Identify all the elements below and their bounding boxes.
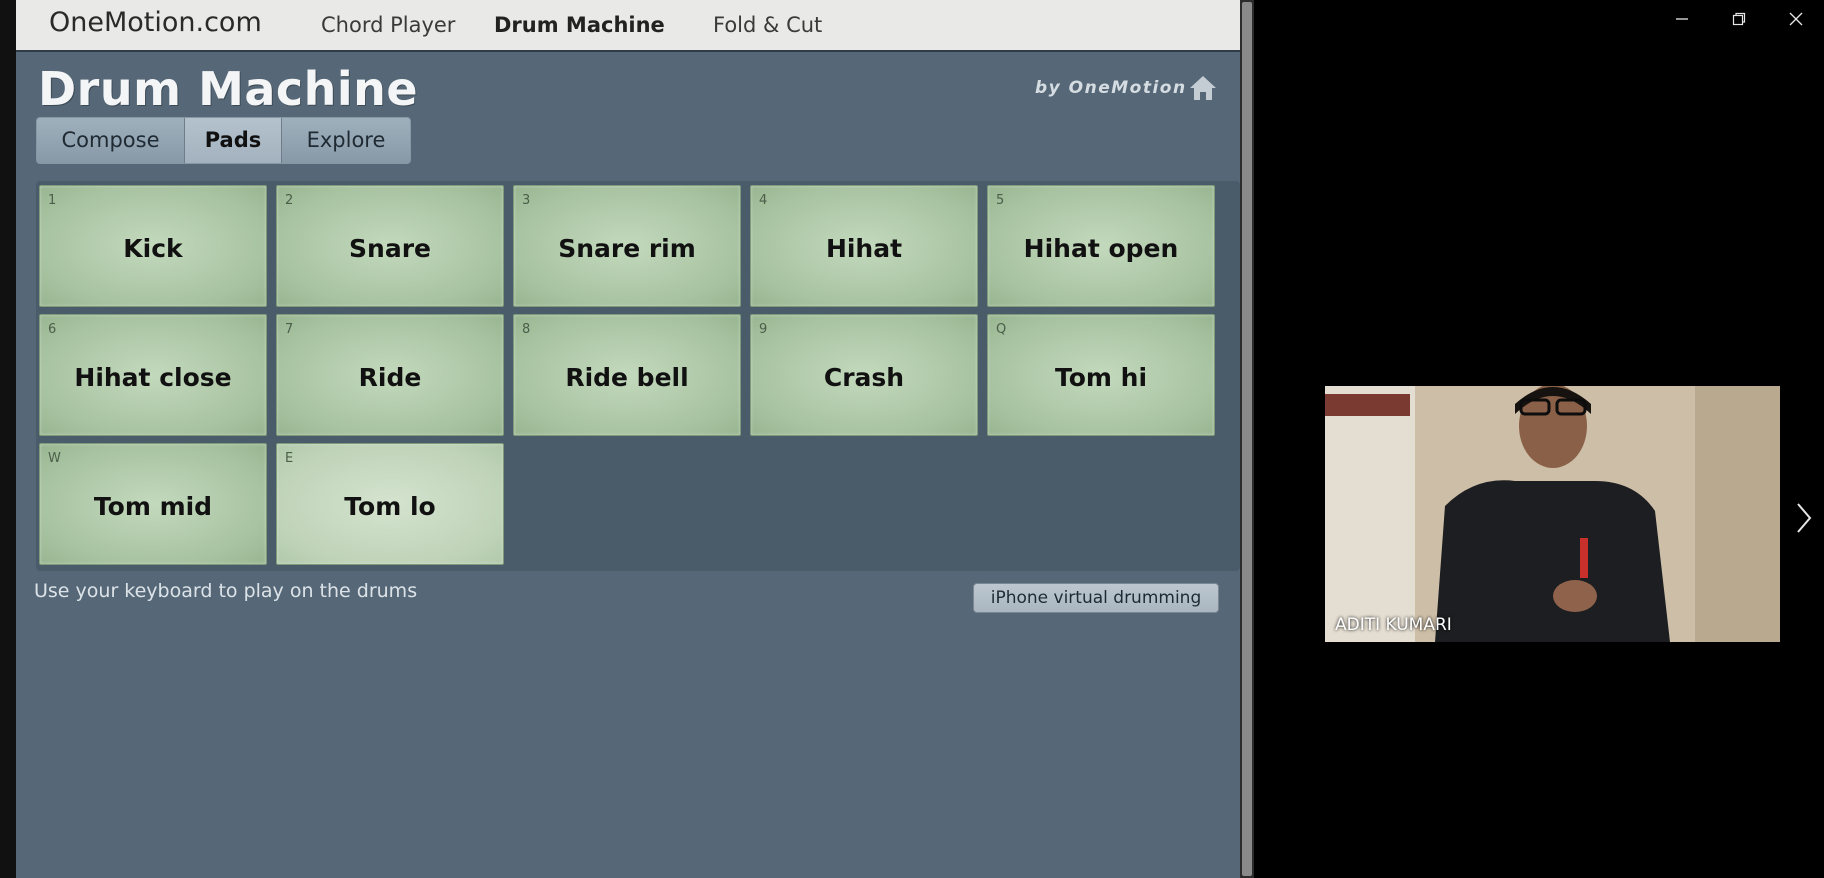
site-logo-link[interactable]: OneMotion.com bbox=[49, 7, 262, 38]
mode-tabs: Compose Pads Explore bbox=[36, 117, 411, 164]
pad-key: W bbox=[48, 451, 61, 466]
byline[interactable]: by OneMotion bbox=[1035, 78, 1187, 98]
pad-label: Kick bbox=[123, 234, 183, 263]
pad-label: Hihat open bbox=[1023, 234, 1179, 263]
pad-key: 4 bbox=[759, 193, 768, 208]
nav-drum-machine[interactable]: Drum Machine bbox=[494, 13, 665, 37]
pad-key: 6 bbox=[48, 322, 57, 337]
left-edge bbox=[0, 0, 16, 878]
pad-label: Ride bbox=[358, 363, 422, 392]
tab-pads[interactable]: Pads bbox=[185, 118, 282, 163]
participant-video-tile[interactable]: ADITI KUMARI bbox=[1325, 386, 1780, 642]
pad-key: E bbox=[285, 451, 294, 466]
pad-key: 2 bbox=[285, 193, 294, 208]
pad-key: 9 bbox=[759, 322, 768, 337]
participant-name: ADITI KUMARI bbox=[1335, 615, 1452, 635]
pad-ride-bell[interactable]: 8 Ride bell bbox=[513, 314, 741, 436]
pad-label: Hihat bbox=[825, 234, 903, 263]
chevron-right-icon[interactable] bbox=[1792, 498, 1816, 538]
tab-compose[interactable]: Compose bbox=[37, 118, 185, 163]
pad-label: Tom mid bbox=[93, 492, 213, 521]
page-title: Drum Machine bbox=[38, 62, 419, 116]
minimize-icon[interactable] bbox=[1662, 6, 1702, 36]
pad-key: 7 bbox=[285, 322, 294, 337]
browser-viewport: OneMotion.com Chord Player Drum Machine … bbox=[16, 0, 1240, 878]
home-icon[interactable] bbox=[1188, 74, 1218, 102]
drum-pad-grid: 1 Kick 2 Snare 3 Snare rim 4 Hihat 5 Hih… bbox=[36, 181, 1240, 571]
site-top-nav: OneMotion.com Chord Player Drum Machine … bbox=[16, 0, 1240, 52]
pad-label: Snare rim bbox=[558, 234, 696, 263]
pad-crash[interactable]: 9 Crash bbox=[750, 314, 978, 436]
pad-label: Snare bbox=[349, 234, 431, 263]
pad-tom-lo[interactable]: E Tom lo bbox=[276, 443, 504, 565]
pad-key: 3 bbox=[522, 193, 531, 208]
pad-label: Ride bell bbox=[565, 363, 689, 392]
nav-chord-player[interactable]: Chord Player bbox=[321, 13, 455, 37]
pad-ride[interactable]: 7 Ride bbox=[276, 314, 504, 436]
pad-label: Crash bbox=[823, 363, 905, 392]
pad-snare[interactable]: 2 Snare bbox=[276, 185, 504, 307]
pad-hihat[interactable]: 4 Hihat bbox=[750, 185, 978, 307]
pad-key: Q bbox=[996, 322, 1007, 337]
scrollbar-thumb[interactable] bbox=[1242, 2, 1252, 876]
pad-label: Tom hi bbox=[1054, 363, 1148, 392]
iphone-virtual-drumming-button[interactable]: iPhone virtual drumming bbox=[973, 583, 1219, 613]
pad-tom-hi[interactable]: Q Tom hi bbox=[987, 314, 1215, 436]
restore-icon[interactable] bbox=[1719, 6, 1759, 36]
participant-video-frame bbox=[1325, 386, 1780, 642]
browser-scrollbar[interactable] bbox=[1240, 0, 1254, 878]
pad-label: Tom lo bbox=[344, 492, 436, 521]
close-icon[interactable] bbox=[1776, 6, 1816, 36]
pad-kick[interactable]: 1 Kick bbox=[39, 185, 267, 307]
keyboard-hint: Use your keyboard to play on the drums bbox=[34, 580, 418, 602]
pad-tom-mid[interactable]: W Tom mid bbox=[39, 443, 267, 565]
pad-hihat-open[interactable]: 5 Hihat open bbox=[987, 185, 1215, 307]
pad-key: 5 bbox=[996, 193, 1005, 208]
pad-label: Hihat close bbox=[74, 363, 232, 392]
pad-hihat-close[interactable]: 6 Hihat close bbox=[39, 314, 267, 436]
nav-fold-cut[interactable]: Fold & Cut bbox=[713, 13, 822, 37]
pad-key: 1 bbox=[48, 193, 57, 208]
pad-snare-rim[interactable]: 3 Snare rim bbox=[513, 185, 741, 307]
pad-key: 8 bbox=[522, 322, 531, 337]
tab-explore[interactable]: Explore bbox=[282, 118, 410, 163]
